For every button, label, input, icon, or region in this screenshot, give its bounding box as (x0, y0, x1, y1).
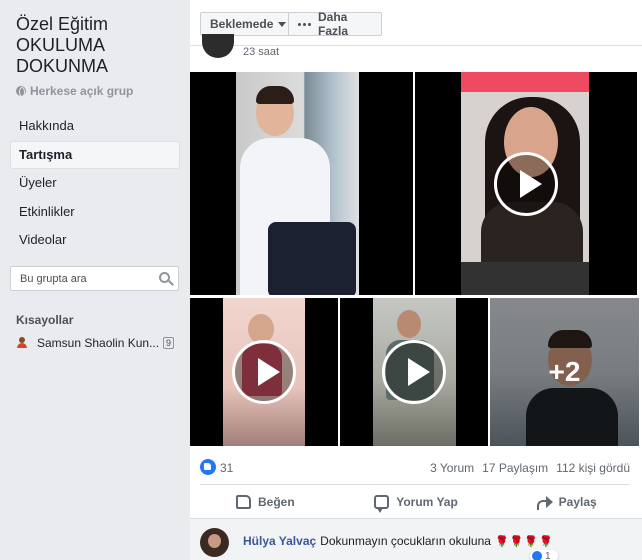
post-video-2[interactable] (190, 298, 338, 446)
photo-scene (461, 72, 589, 92)
share-button-label: Paylaş (558, 495, 597, 509)
more-photos-overlay[interactable]: +2 (490, 298, 639, 446)
shares-count[interactable]: 17 Paylaşım (482, 461, 548, 475)
nav-item-videos[interactable]: Videolar (10, 226, 180, 254)
group-top-bar: Beklemede Daha Fazla (190, 0, 642, 46)
group-title[interactable]: Özel Eğitim OKULUMA DOKUNMA (16, 14, 186, 77)
left-sidebar: Özel Eğitim OKULUMA DOKUNMA Herkese açık… (0, 0, 190, 560)
comment-like-badge[interactable]: 1 (530, 550, 558, 560)
share-button[interactable]: Paylaş (491, 486, 642, 518)
comment-button-label: Yorum Yap (396, 495, 458, 509)
photo-scene (397, 310, 421, 338)
share-icon (536, 495, 553, 510)
waiting-button[interactable]: Beklemede (200, 12, 289, 36)
group-search (10, 266, 179, 291)
shortcuts-heading: Kısayollar (16, 313, 74, 327)
divider (200, 484, 630, 485)
privacy-label: Herkese açık grup (16, 84, 133, 98)
more-dots-icon (298, 22, 313, 26)
post-photo-more[interactable]: +2 (490, 298, 639, 446)
more-button[interactable]: Daha Fazla (288, 10, 382, 38)
like-button-label: Beğen (257, 495, 295, 509)
like-reaction-icon[interactable] (200, 459, 216, 475)
comment-button[interactable]: Yorum Yap (341, 486, 492, 518)
like-count[interactable]: 31 (220, 461, 233, 475)
photo-scene (461, 262, 589, 295)
search-icon[interactable] (159, 272, 170, 283)
group-nav: Hakkında Tartışma Üyeler Etkinlikler Vid… (10, 112, 180, 255)
rose-emoji: 🌹🌹🌹🌹 (494, 535, 554, 548)
post-video-1[interactable] (415, 72, 637, 295)
more-label: Daha Fazla (318, 10, 349, 38)
group-shortcut-icon (16, 337, 28, 349)
post-photo-1[interactable] (190, 72, 413, 295)
post-actions: Beğen Yorum Yap Paylaş (190, 486, 642, 518)
post-stat-links: 3 Yorum 17 Paylaşım 112 kişi gördü (422, 461, 630, 475)
play-icon[interactable] (232, 340, 296, 404)
group-search-input[interactable] (20, 272, 150, 285)
nav-item-about[interactable]: Hakkında (10, 112, 180, 140)
seen-count[interactable]: 112 kişi gördü (556, 461, 630, 475)
shortcut-label: Samsun Shaolin Kun... (37, 336, 159, 350)
nav-item-discussion[interactable]: Tartışma (10, 140, 180, 169)
comment-like-count: 1 (545, 550, 551, 560)
post-stats: 31 3 Yorum 17 Paylaşım 112 kişi gördü (190, 450, 642, 484)
post-timestamp[interactable]: 23 saat (243, 46, 279, 58)
comment-bubble: Hülya Yalvaç Dokunmayın çocukların okulu… (235, 529, 562, 553)
play-icon[interactable] (382, 340, 446, 404)
shortcut-item[interactable]: Samsun Shaolin Kun... 9 (16, 335, 186, 351)
privacy-text: Herkese açık grup (30, 84, 134, 98)
like-reaction-icon (532, 551, 542, 560)
globe-icon (16, 86, 26, 97)
play-icon[interactable] (494, 152, 558, 216)
thumbs-up-icon (235, 495, 251, 509)
photo-scene (256, 86, 294, 104)
commenter-name[interactable]: Hülya Yalvaç (243, 534, 316, 548)
nav-item-events[interactable]: Etkinlikler (10, 198, 180, 226)
shortcut-count-badge: 9 (163, 337, 175, 349)
comments-section: Hülya Yalvaç Dokunmayın çocukların okulu… (190, 519, 642, 560)
comment-icon (374, 495, 390, 513)
like-button[interactable]: Beğen (190, 486, 341, 518)
post-author-avatar[interactable] (202, 34, 234, 58)
comment-text: Dokunmayın çocukların okuluna (320, 534, 491, 548)
photo-scene (268, 222, 356, 295)
comments-count[interactable]: 3 Yorum (430, 461, 474, 475)
commenter-avatar[interactable] (200, 528, 229, 557)
nav-item-members[interactable]: Üyeler (10, 169, 180, 197)
post-video-3[interactable] (340, 298, 488, 446)
waiting-label: Beklemede (210, 17, 274, 31)
caret-down-icon (278, 21, 287, 27)
group-post: 23 saat +2 31 3 Yorum 17 Paylaşım 112 ki… (190, 34, 642, 560)
